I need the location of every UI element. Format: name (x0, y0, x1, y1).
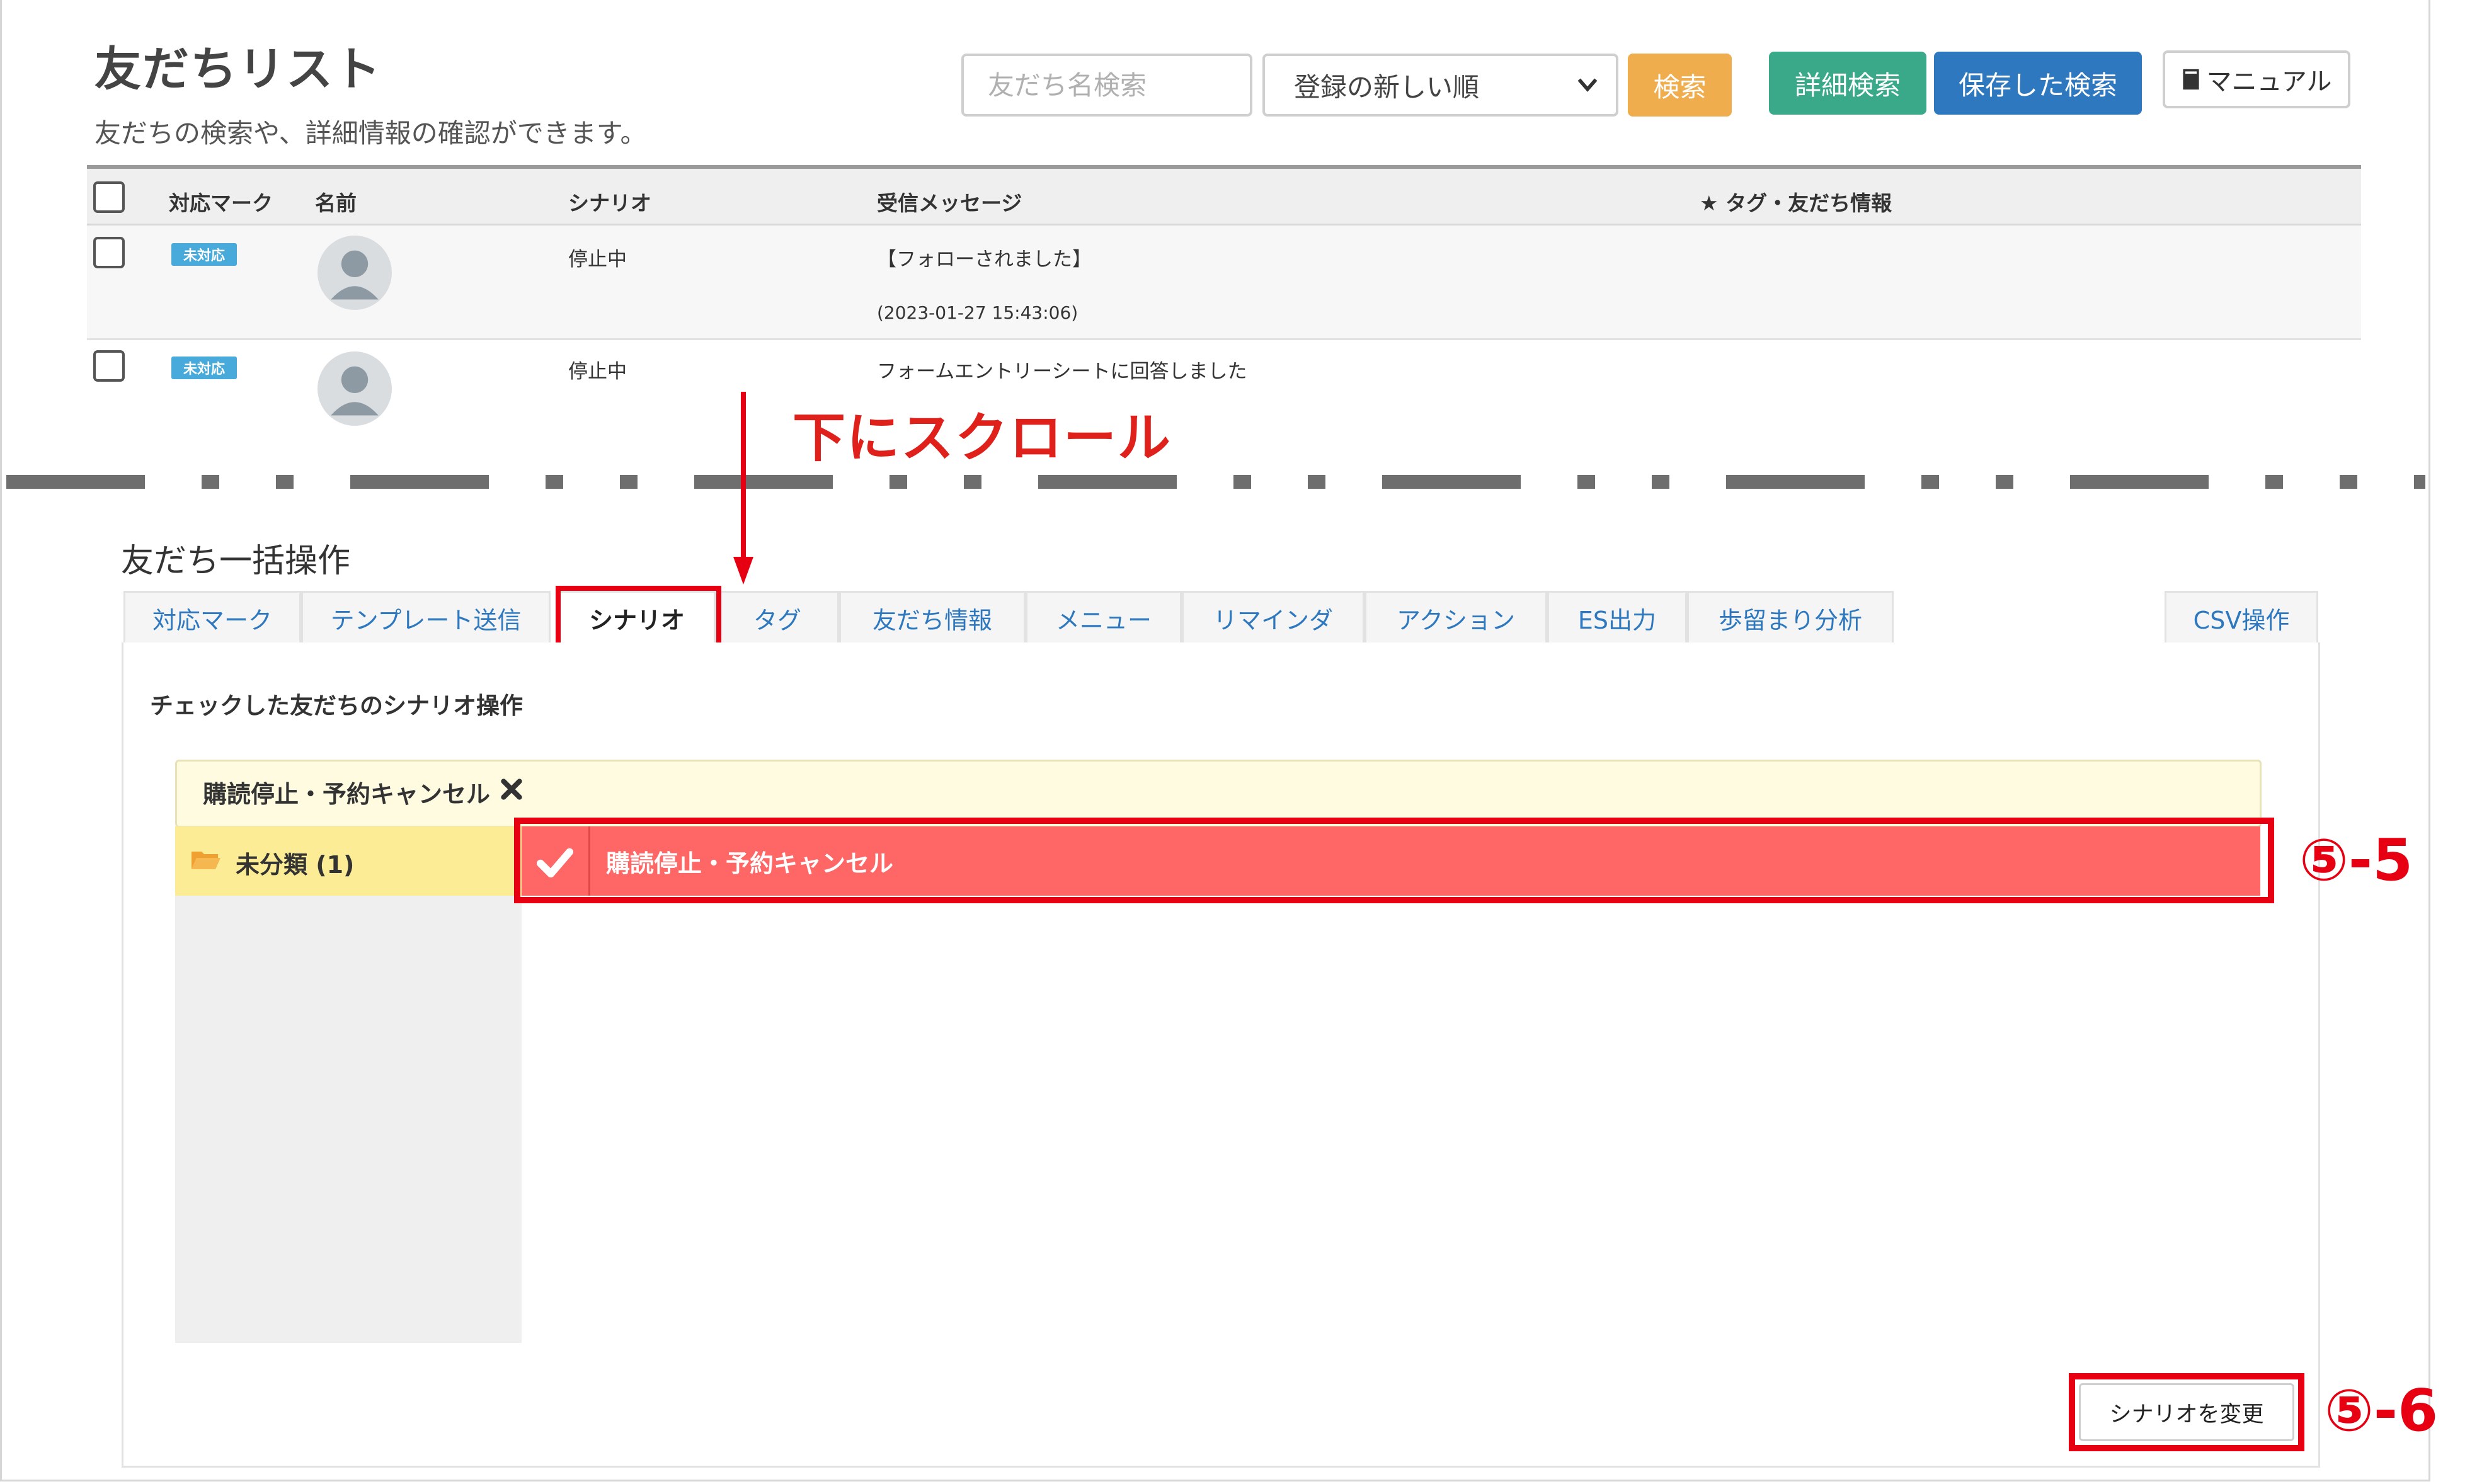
arrow-down-icon (733, 392, 753, 585)
page-subtitle: 友だちの検索や、詳細情報の確認ができます。 (94, 118, 647, 149)
table-row[interactable]: 未対応 停止中 【フォローされました】 (2023-01-27 15:43:06… (87, 225, 2361, 340)
tab-mark[interactable]: 対応マーク (123, 591, 301, 644)
status-badge: 未対応 (171, 243, 237, 266)
received-message: フォームエントリーシートに回答しました (877, 360, 1247, 383)
scenario-status: 停止中 (568, 360, 627, 383)
detail-search-button[interactable]: 詳細検索 (1769, 52, 1926, 115)
tab-tag[interactable]: タグ (716, 591, 839, 644)
scroll-down-label: 下にスクロール (792, 407, 1172, 469)
avatar-icon (317, 236, 392, 310)
column-header-name: 名前 (315, 191, 357, 215)
table-header: 対応マーク 名前 シナリオ 受信メッセージ ★ タグ・友だち情報 (87, 165, 2361, 225)
page-title: 友だちリスト (94, 42, 382, 96)
tab-es-export[interactable]: ES出力 (1547, 591, 1687, 644)
scroll-divider (6, 475, 2425, 489)
tab-menu[interactable]: メニュー (1026, 591, 1182, 644)
panel-heading: チェックした友だちのシナリオ操作 (150, 692, 523, 719)
tab-template-send[interactable]: テンプレート送信 (301, 591, 551, 644)
column-header-message: 受信メッセージ (877, 191, 1022, 215)
table-row[interactable]: 未対応 停止中 フォームエントリーシートに回答しました (87, 340, 2361, 435)
folder-label: 未分類 (1) (236, 851, 355, 879)
row-checkbox[interactable] (93, 237, 125, 268)
scenario-status: 停止中 (568, 248, 627, 271)
avatar-icon (317, 351, 392, 426)
tab-action[interactable]: アクション (1364, 591, 1547, 644)
step-label-5-6: ⑤-6 (2325, 1377, 2439, 1444)
selected-row-highlight (514, 818, 2274, 903)
step-label-5-5: ⑤-5 (2299, 826, 2413, 894)
manual-button-label: マニュアル (2206, 67, 2332, 96)
tab-reminder[interactable]: リマインダ (1182, 591, 1364, 644)
column-header-mark: 対応マーク (169, 191, 273, 215)
tab-friend-info[interactable]: 友だち情報 (839, 591, 1026, 644)
status-badge: 未対応 (171, 357, 237, 379)
sort-selected-value: 登録の新しい順 (1294, 71, 1480, 103)
search-button[interactable]: 検索 (1628, 54, 1732, 117)
bulk-operation-title: 友だち一括操作 (121, 542, 351, 580)
close-icon[interactable] (500, 778, 523, 801)
change-button-highlight (2069, 1373, 2304, 1451)
tab-yield-analysis[interactable]: 歩留まり分析 (1687, 591, 1894, 644)
scenario-tab-highlight (556, 586, 721, 649)
selected-scenario-name: 購読停止・予約キャンセル (203, 780, 491, 808)
received-message: 【フォローされました】 (877, 248, 1092, 271)
column-header-tags: ★ タグ・友だち情報 (1700, 191, 1892, 215)
manual-button[interactable]: マニュアル (2163, 50, 2350, 108)
chevron-down-icon (1577, 78, 1598, 92)
book-icon (2182, 69, 2199, 90)
folder-sidebar (175, 826, 522, 1343)
column-header-scenario: シナリオ (568, 191, 651, 215)
tab-csv[interactable]: CSV操作 (2165, 591, 2318, 644)
friend-name-search-input[interactable] (961, 54, 1252, 117)
message-timestamp: (2023-01-27 15:43:06) (877, 302, 1078, 323)
saved-search-button[interactable]: 保存した検索 (1934, 52, 2142, 115)
folder-open-icon (192, 852, 220, 869)
row-checkbox[interactable] (93, 350, 125, 382)
select-all-checkbox[interactable] (93, 181, 125, 213)
bulk-tabs: 対応マーク テンプレート送信 シナリオ タグ 友だち情報 メニュー リマインダ … (123, 591, 2318, 644)
sort-select[interactable]: 登録の新しい順 (1262, 54, 1618, 117)
